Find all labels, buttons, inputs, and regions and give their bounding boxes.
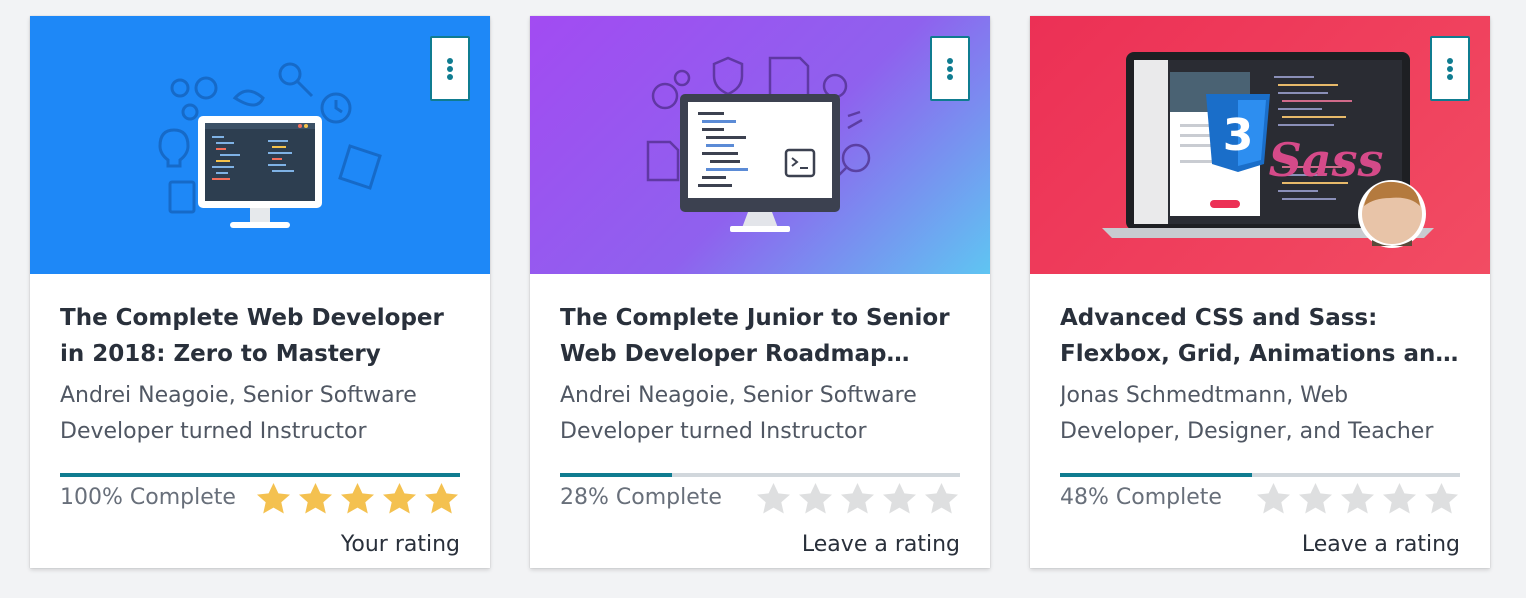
star-rating[interactable] [1255,482,1460,514]
star-icon[interactable] [255,482,292,514]
star-icon[interactable] [1339,482,1376,514]
progress-bar-fill [60,473,460,477]
progress-bar [560,473,960,477]
progress-bar-fill [1060,473,1252,477]
star-icon[interactable] [423,482,460,514]
star-icon[interactable] [339,482,376,514]
rating-label[interactable]: Your rating [341,528,460,562]
progress-bar [60,473,460,477]
progress-text: 28% Complete [560,485,722,510]
course-options-button[interactable] [930,36,970,101]
star-icon[interactable] [923,482,960,514]
css3-sass-laptop-illustration: 3 Sass [1102,52,1434,248]
star-icon[interactable] [1423,482,1460,514]
progress-text: 48% Complete [1060,485,1222,510]
course-options-button[interactable] [430,36,470,101]
course-card[interactable]: 3 Sass Advanced CSS and Sass: Flexbox, G… [1030,16,1490,568]
star-icon[interactable] [755,482,792,514]
kebab-menu-icon [1447,58,1453,64]
rating-label[interactable]: Leave a rating [1302,528,1460,562]
star-icon[interactable] [297,482,334,514]
course-title[interactable]: The Complete Junior to Senior Web Develo… [560,300,962,372]
star-icon[interactable] [839,482,876,514]
star-icon[interactable] [381,482,418,514]
svg-text:Sass: Sass [1269,133,1384,187]
course-title[interactable]: Advanced CSS and Sass: Flexbox, Grid, An… [1060,300,1462,372]
course-author: Jonas Schmedtmann, Web Developer, Design… [1060,383,1434,444]
kebab-menu-icon [947,58,953,64]
terminal-monitor-illustration [646,56,871,232]
star-icon[interactable] [881,482,918,514]
rating-label[interactable]: Leave a rating [802,528,960,562]
star-rating[interactable] [755,482,960,514]
course-thumbnail[interactable]: 3 Sass [1030,16,1490,274]
course-author: Andrei Neagoie, Senior Software Develope… [560,383,917,444]
course-author: Andrei Neagoie, Senior Software Develope… [60,383,417,444]
kebab-menu-icon [447,58,453,64]
progress-bar [1060,473,1460,477]
progress-text: 100% Complete [60,485,236,510]
course-title[interactable]: The Complete Web Developer in 2018: Zero… [60,300,462,372]
star-icon[interactable] [1255,482,1292,514]
course-card[interactable]: The Complete Junior to Senior Web Develo… [530,16,990,568]
course-options-button[interactable] [1430,36,1470,101]
course-thumbnail[interactable] [530,16,990,274]
progress-bar-fill [560,473,672,477]
star-icon[interactable] [1297,482,1334,514]
star-rating[interactable] [255,482,460,514]
course-thumbnail[interactable] [30,16,490,274]
course-card[interactable]: The Complete Web Developer in 2018: Zero… [30,16,490,568]
star-icon[interactable] [797,482,834,514]
svg-text:3: 3 [1223,110,1254,161]
star-icon[interactable] [1381,482,1418,514]
web-developer-monitor-illustration [158,62,382,228]
